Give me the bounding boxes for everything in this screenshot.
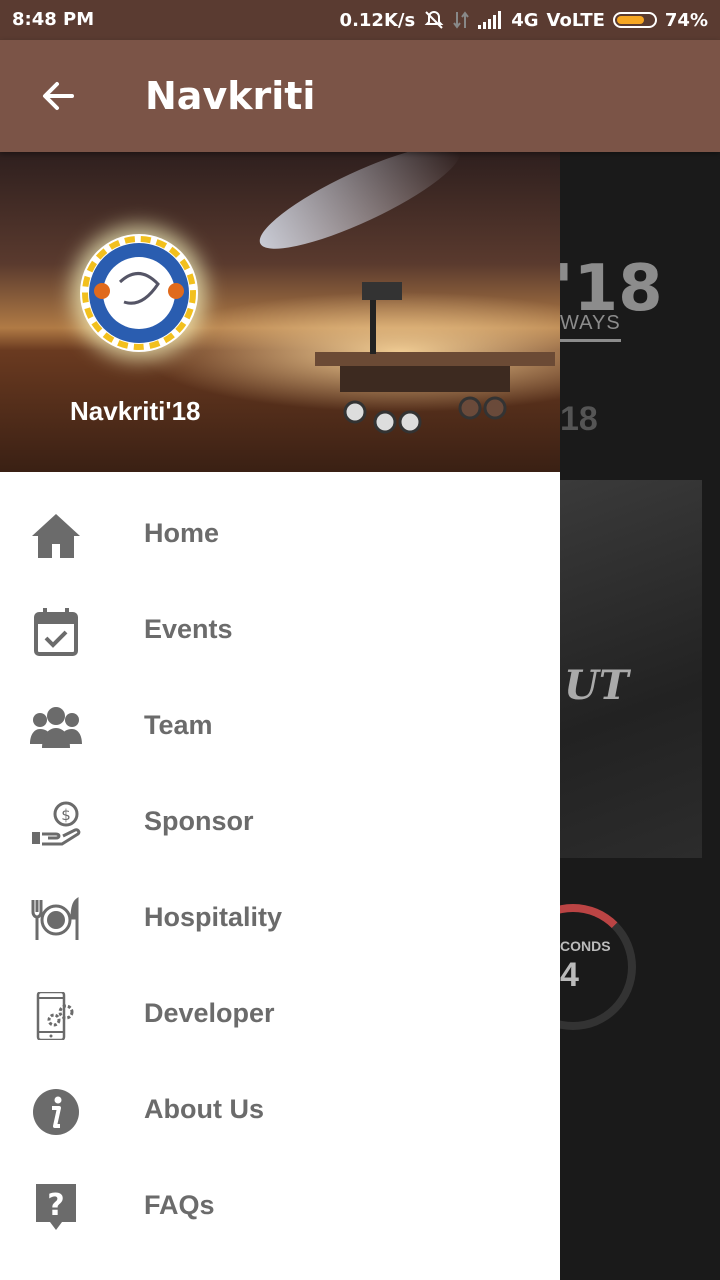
menu-item-label: FAQs: [144, 1190, 215, 1220]
data-arrows-icon: [453, 11, 470, 29]
navigation-drawer: Navkriti'18 Home Events Team $ Sponsor H…: [0, 152, 560, 1280]
volte-label: VoLTE: [546, 9, 605, 31]
bg-word: UT: [564, 662, 629, 709]
background-content: '18 WAYS 18 UT CONDS 4: [560, 152, 720, 1280]
menu-item-label: About Us: [144, 1094, 264, 1124]
menu-item-team[interactable]: Team: [0, 680, 560, 776]
menu-item-sponsor[interactable]: $ Sponsor: [0, 776, 560, 872]
menu-item-developer[interactable]: Developer: [0, 968, 560, 1064]
network-type: 4G: [511, 9, 539, 31]
home-icon: [32, 514, 80, 558]
menu-item-faqs[interactable]: ? FAQs: [0, 1160, 560, 1256]
countdown-number: 4: [560, 956, 579, 994]
mute-bell-icon: [424, 10, 444, 29]
back-arrow-icon[interactable]: [38, 76, 78, 116]
help-icon: ?: [36, 1184, 76, 1230]
menu-item-about-us[interactable]: About Us: [0, 1064, 560, 1160]
drawer-header-name: Navkriti'18: [70, 396, 201, 426]
dining-icon: [31, 896, 79, 940]
battery-icon: [612, 12, 657, 28]
info-icon: [33, 1089, 79, 1135]
menu-item-label: Hospitality: [144, 902, 283, 932]
menu-item-label: Team: [144, 710, 213, 740]
status-indicators: 0.12K/s 4G VoLTE 74%: [340, 9, 708, 31]
phone-settings-icon: [36, 992, 74, 1040]
group-icon: [30, 707, 82, 748]
money-hand-icon: $: [32, 801, 81, 846]
svg-text:$: $: [61, 806, 71, 824]
drawer-menu: Home Events Team $ Sponsor Hospitality D…: [0, 488, 560, 1256]
battery-percent: 74%: [664, 9, 708, 31]
bg-ways-text: WAYS: [560, 312, 621, 342]
menu-item-label: Events: [144, 614, 233, 644]
menu-item-label: Home: [144, 518, 220, 548]
battery-fill: [616, 16, 644, 24]
calendar-check-icon: [34, 608, 78, 656]
app-title: Navkriti: [145, 74, 316, 118]
drawer-header: Navkriti'18: [0, 152, 560, 472]
app-bar: Navkriti: [0, 40, 720, 152]
navkriti-logo: [80, 234, 198, 352]
status-bar: 8:48 PM 0.12K/s 4G VoLTE 74%: [0, 0, 720, 40]
signal-icon: [478, 11, 502, 29]
countdown-unit: CONDS: [560, 938, 611, 954]
menu-item-home[interactable]: Home: [0, 488, 560, 584]
rover-image: [315, 282, 555, 434]
menu-item-label: Sponsor: [144, 806, 254, 836]
menu-item-events[interactable]: Events: [0, 584, 560, 680]
menu-item-hospitality[interactable]: Hospitality: [0, 872, 560, 968]
bg-year-small: 18: [560, 400, 598, 438]
menu-item-label: Developer: [144, 998, 275, 1028]
status-time: 8:48 PM: [12, 9, 95, 30]
comet-image: [249, 152, 471, 267]
svg-text:?: ?: [47, 1188, 64, 1223]
network-speed: 0.12K/s: [339, 9, 416, 31]
